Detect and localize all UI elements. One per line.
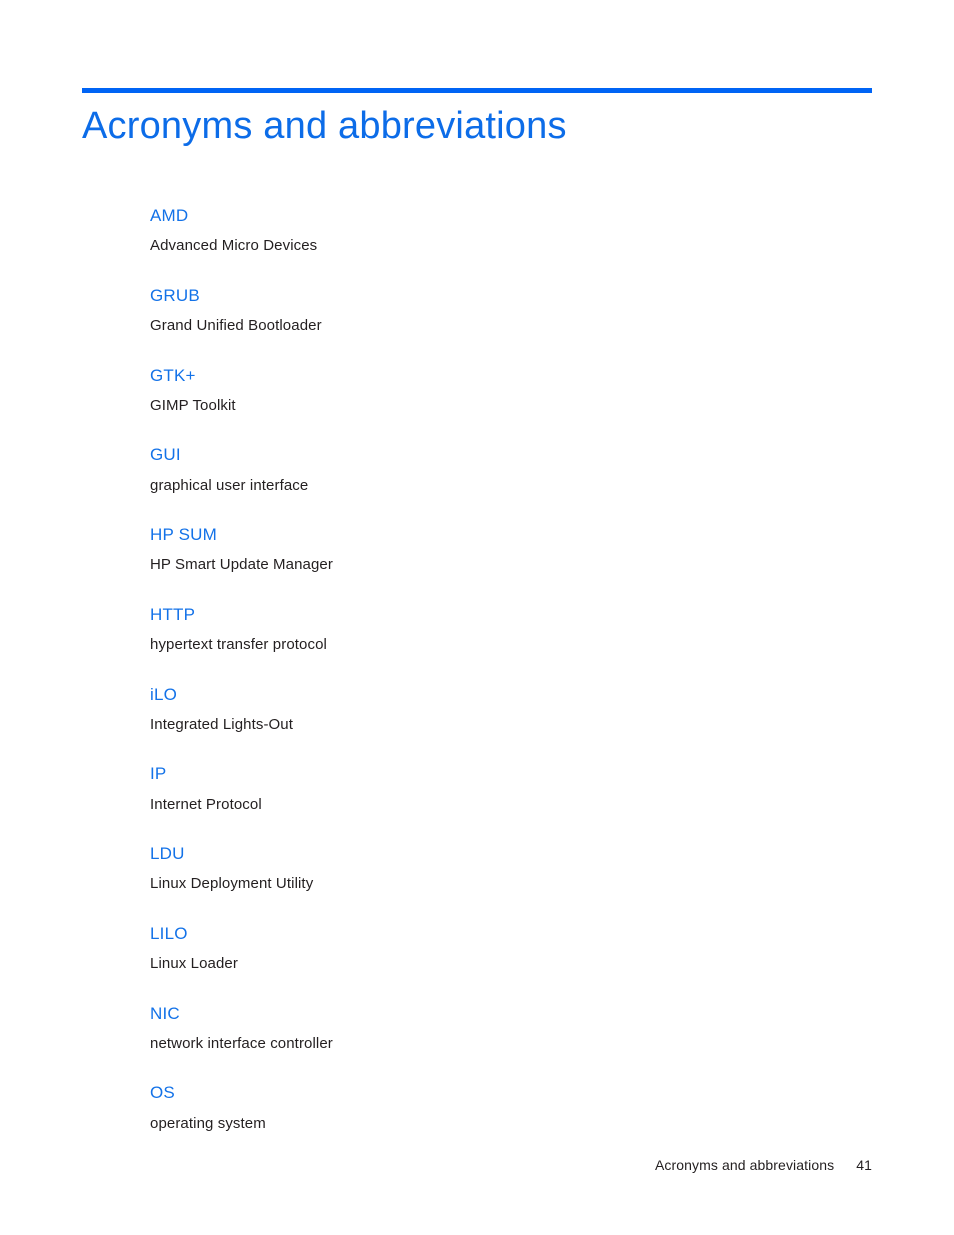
chapter-heading-block: Acronyms and abbreviations — [82, 88, 872, 148]
glossary-entry: LILO Linux Loader — [150, 923, 850, 974]
glossary-list: AMD Advanced Micro Devices GRUB Grand Unifi… — [150, 205, 850, 1162]
glossary-entry: GRUB Grand Unified Bootloader — [150, 285, 850, 336]
glossary-term: HP SUM — [150, 525, 218, 544]
glossary-entry: OS operating system — [150, 1082, 850, 1133]
glossary-definition: Grand Unified Bootloader — [150, 317, 322, 334]
glossary-entry: HP SUM HP Smart Update Manager — [150, 524, 850, 575]
glossary-entry: LDU Linux Deployment Utility — [150, 843, 850, 894]
glossary-term: NIC — [150, 1003, 180, 1023]
glossary-term: GTK+ — [150, 365, 196, 385]
glossary-entry: GTK+ GIMP Toolkit — [150, 365, 850, 416]
glossary-definition: hypertext transfer protocol — [150, 636, 327, 653]
glossary-term: LDU — [150, 844, 185, 863]
glossary-term: GUI — [150, 445, 181, 465]
glossary-term: GRUB — [150, 285, 200, 305]
glossary-entry: IP Internet Protocol — [150, 763, 850, 814]
glossary-entry: NIC network interface controller — [150, 1003, 850, 1054]
glossary-definition: Linux Loader — [150, 955, 238, 972]
glossary-definition: Internet Protocol — [150, 795, 262, 813]
glossary-entry: iLO Integrated Lights-Out — [150, 684, 850, 735]
glossary-definition: Integrated Lights-Out — [150, 715, 294, 733]
glossary-term: iLO — [150, 684, 178, 704]
glossary-definition: GIMP Toolkit — [150, 396, 236, 414]
glossary-entry: AMD Advanced Micro Devices — [150, 205, 850, 256]
glossary-entry: HTTP hypertext transfer protocol — [150, 604, 850, 655]
glossary-definition: Advanced Micro Devices — [150, 237, 318, 255]
glossary-term: IP — [150, 764, 167, 784]
glossary-definition: operating system — [150, 1114, 266, 1132]
glossary-term: OS — [150, 1083, 175, 1103]
glossary-definition: graphical user interface — [150, 476, 309, 494]
footer-label: Acronyms and abbreviations — [654, 1157, 835, 1173]
page-footer: Acronyms and abbreviations 41 — [82, 1157, 872, 1173]
page-title: Acronyms and abbreviations — [82, 105, 567, 147]
glossary-entry: GUI graphical user interface — [150, 444, 850, 495]
glossary-term: AMD — [150, 206, 189, 225]
glossary-term: HTTP — [150, 604, 196, 624]
glossary-definition: Linux Deployment Utility — [150, 875, 314, 893]
document-page: Acronyms and abbreviations AMD Advanced M… — [0, 0, 954, 1235]
glossary-definition: network interface controller — [150, 1034, 333, 1052]
footer-page-number: 41 — [856, 1157, 872, 1173]
glossary-definition: HP Smart Update Manager — [150, 556, 333, 574]
glossary-term: LILO — [150, 923, 188, 943]
